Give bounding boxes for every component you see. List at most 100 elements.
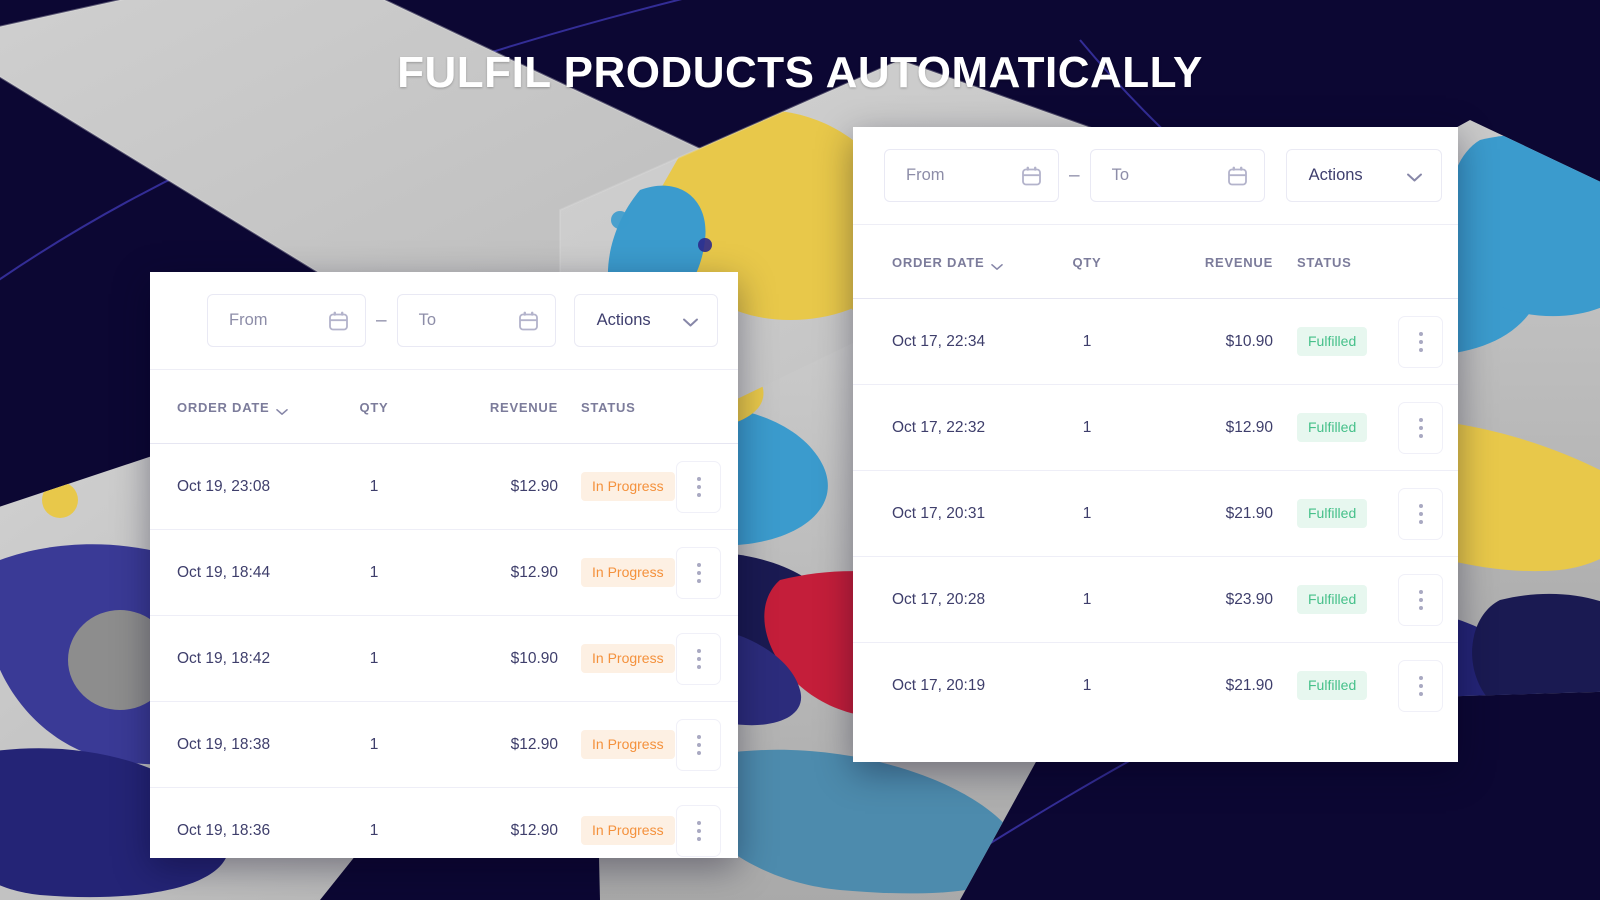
date-from-input[interactable]: From — [884, 149, 1059, 202]
cell-revenue: $10.90 — [430, 615, 558, 702]
range-separator: – — [376, 310, 387, 331]
cell-row-menu — [666, 701, 738, 788]
cell-status: In Progress — [558, 443, 675, 530]
table-head: ORDER DATE QTY REVENUE STATUS — [853, 225, 1458, 299]
status-badge: In Progress — [581, 644, 675, 673]
column-header-qty[interactable]: QTY — [318, 370, 430, 444]
column-header-qty[interactable]: QTY — [1031, 225, 1143, 299]
cell-order-date: Oct 17, 22:34 — [853, 298, 1031, 385]
cell-status: Fulfilled — [1273, 384, 1383, 471]
cell-status: Fulfilled — [1273, 298, 1383, 385]
cell-row-menu — [1383, 470, 1458, 557]
kebab-menu-icon[interactable] — [1398, 487, 1443, 540]
cell-revenue: $12.90 — [1143, 384, 1273, 471]
kebab-menu-icon[interactable] — [1398, 573, 1443, 626]
cell-qty: 1 — [318, 701, 430, 788]
date-to-placeholder: To — [418, 311, 437, 329]
table-row[interactable]: Oct 17, 20:28 1 $23.90 Fulfilled — [853, 556, 1458, 643]
table-row[interactable]: Oct 19, 18:44 1 $12.90 In Progress — [150, 529, 738, 616]
status-badge: In Progress — [581, 472, 675, 501]
column-header-status[interactable]: STATUS — [558, 370, 666, 444]
column-header-status[interactable]: STATUS — [1273, 225, 1383, 299]
table-row[interactable]: Oct 19, 23:08 1 $12.90 In Progress — [150, 443, 738, 530]
cell-qty: 1 — [318, 529, 430, 616]
kebab-menu-icon[interactable] — [676, 718, 721, 771]
cell-row-menu — [666, 788, 738, 859]
cell-revenue: $21.90 — [1225, 676, 1273, 694]
cell-row-menu — [666, 443, 738, 530]
cell-revenue: $23.90 — [1143, 556, 1273, 643]
cell-qty: 1 — [369, 821, 379, 839]
cell-order-date: Oct 19, 23:08 — [150, 443, 318, 530]
table-row[interactable]: Oct 17, 20:31 1 $21.90 Fulfilled — [853, 470, 1458, 557]
toolbar: From – To Actions — [853, 127, 1458, 225]
orders-panel-in-progress: From – To Actions ORDER DATE QTY REVENUE… — [150, 272, 738, 858]
cell-order-date: Oct 19, 18:38 — [150, 701, 318, 788]
cell-order-date: Oct 19, 18:36 — [177, 821, 271, 839]
cell-status: In Progress — [558, 615, 675, 702]
date-from-input[interactable]: From — [207, 294, 366, 347]
calendar-icon[interactable] — [518, 310, 539, 331]
chevron-down-icon — [276, 404, 289, 415]
date-to-input[interactable]: To — [1089, 149, 1265, 202]
cell-qty: 1 — [318, 615, 430, 702]
actions-dropdown[interactable]: Actions — [573, 294, 718, 347]
cell-status: In Progress — [558, 701, 675, 788]
column-header-revenue[interactable]: REVENUE — [430, 370, 558, 444]
cell-order-date: Oct 17, 22:32 — [853, 384, 1031, 471]
table-body: Oct 19, 23:08 1 $12.90 In Progress Oct 1… — [150, 443, 738, 859]
actions-dropdown[interactable]: Actions — [1285, 149, 1442, 202]
table-row[interactable]: Oct 17, 22:32 1 $12.90 Fulfilled — [853, 384, 1458, 471]
orders-table: ORDER DATE QTY REVENUE STATUS Oct 19, 23… — [150, 370, 738, 858]
cell-status: Fulfilled — [1273, 643, 1383, 729]
status-badge: Fulfilled — [1297, 671, 1368, 701]
cell-qty: 1 — [1082, 676, 1092, 694]
cell-revenue: $21.90 — [1143, 470, 1273, 557]
cell-order-date: Oct 19, 18:42 — [150, 615, 318, 702]
date-from-placeholder: From — [229, 311, 268, 329]
column-header-order-date[interactable]: ORDER DATE — [150, 370, 318, 444]
kebab-menu-icon[interactable] — [676, 460, 721, 513]
cell-row-menu — [1383, 384, 1458, 471]
cell-row-menu — [666, 529, 738, 616]
cell-status: Fulfilled — [1273, 470, 1383, 557]
column-header-order-date[interactable]: ORDER DATE — [853, 225, 1031, 299]
page-title: FULFIL PRODUCTS AUTOMATICALLY — [397, 48, 1203, 97]
date-from-placeholder: From — [906, 166, 945, 184]
orders-panel-fulfilled: From – To Actions ORDER DATE QTY REVENUE… — [853, 127, 1458, 762]
cell-qty: 1 — [1031, 470, 1143, 557]
cell-revenue: $10.90 — [1143, 298, 1273, 385]
cell-row-menu — [1383, 643, 1458, 729]
table-row[interactable]: Oct 19, 18:38 1 $12.90 In Progress — [150, 701, 738, 788]
chevron-down-icon — [991, 259, 1004, 270]
column-header-actions — [1383, 225, 1458, 299]
column-header-label: ORDER DATE — [177, 400, 270, 415]
table-row[interactable]: Oct 19, 18:42 1 $10.90 In Progress — [150, 615, 738, 702]
cell-status: Fulfilled — [1273, 556, 1383, 643]
table-row[interactable]: Oct 17, 22:34 1 $10.90 Fulfilled — [853, 298, 1458, 385]
kebab-menu-icon[interactable] — [676, 804, 721, 857]
cell-order-date: Oct 17, 20:28 — [853, 556, 1031, 643]
toolbar: From – To Actions — [150, 272, 738, 370]
kebab-menu-icon[interactable] — [1398, 401, 1443, 454]
table-row[interactable]: Oct 17, 20:19 1 $21.90 Fulfilled — [853, 643, 1458, 729]
calendar-icon[interactable] — [328, 310, 349, 331]
date-to-placeholder: To — [1111, 166, 1130, 184]
calendar-icon[interactable] — [1021, 165, 1042, 186]
kebab-menu-icon[interactable] — [676, 632, 721, 685]
column-header-revenue[interactable]: REVENUE — [1143, 225, 1273, 299]
cell-order-date: Oct 19, 18:44 — [150, 529, 318, 616]
kebab-menu-icon[interactable] — [1398, 659, 1443, 712]
cell-order-date: Oct 17, 20:31 — [853, 470, 1031, 557]
cell-qty: 1 — [1031, 298, 1143, 385]
orders-table: ORDER DATE QTY REVENUE STATUS Oct 17, 22… — [853, 225, 1458, 729]
status-badge: In Progress — [581, 730, 675, 759]
cell-order-date: Oct 17, 20:19 — [892, 676, 986, 694]
range-separator: – — [1069, 165, 1080, 186]
calendar-icon[interactable] — [1227, 165, 1248, 186]
kebab-menu-icon[interactable] — [1398, 315, 1443, 368]
date-to-input[interactable]: To — [396, 294, 556, 347]
cell-status: In Progress — [558, 529, 675, 616]
table-row[interactable]: Oct 19, 18:36 1 $12.90 In Progress — [150, 788, 738, 859]
kebab-menu-icon[interactable] — [676, 546, 721, 599]
